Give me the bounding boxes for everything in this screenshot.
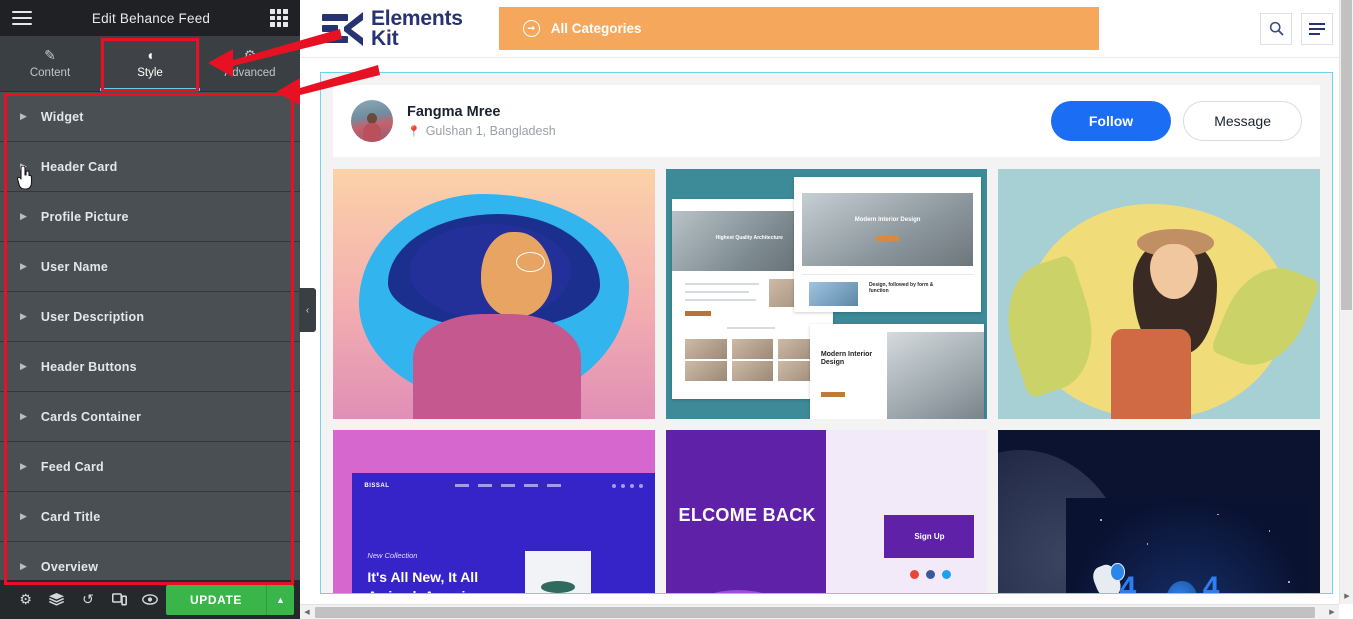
sidebar-item-header-card[interactable]: ▶ Header Card <box>0 142 300 192</box>
tab-advanced-label: Advanced <box>224 67 276 79</box>
section-label: User Name <box>40 259 109 274</box>
section-label: Overview <box>40 559 99 574</box>
panel-collapse-handle[interactable]: ‹ <box>299 288 316 332</box>
section-label: User Description <box>40 309 145 324</box>
scroll-left-arrow-icon[interactable]: ◀ <box>300 608 314 616</box>
contrast-circle-icon: ◖ <box>145 47 155 63</box>
elementor-editor-screen: Edit Behance Feed ✎ Content ◖ Style ⚙ Ad… <box>0 0 1353 619</box>
chevron-right-icon: ▶ <box>20 261 27 271</box>
tab-advanced[interactable]: ⚙ Advanced <box>200 36 300 91</box>
chevron-right-icon: ▶ <box>20 511 27 521</box>
tab-style-label: Style <box>137 67 163 79</box>
section-label: Card Title <box>40 509 101 524</box>
follow-button[interactable]: Follow <box>1050 101 1172 141</box>
preview-canvas: Elements Kit ➞ All Categories Fangma Mre… <box>300 0 1353 619</box>
editor-panel: Edit Behance Feed ✎ Content ◖ Style ⚙ Ad… <box>0 0 316 619</box>
sidebar-item-widget[interactable]: ▶ Widget <box>0 92 300 142</box>
chevron-right-icon: ▶ <box>20 561 27 571</box>
feed-card-bissal-ecommerce[interactable]: BISSAL New Collection It's All New, It A… <box>333 430 655 593</box>
user-name: Fangma Mree <box>407 104 501 120</box>
tab-content-label: Content <box>29 67 71 79</box>
chevron-right-icon: ▶ <box>20 111 27 121</box>
message-button[interactable]: Message <box>1183 101 1302 141</box>
profile-header-card: Fangma Mree 📍 Gulshan 1, Bangladesh Foll… <box>333 85 1320 157</box>
chevron-right-icon: ▶ <box>20 361 27 371</box>
editor-tabs: ✎ Content ◖ Style ⚙ Advanced <box>0 36 300 92</box>
grid-apps-icon[interactable] <box>270 9 288 27</box>
search-icon[interactable] <box>1260 12 1292 45</box>
section-label: Widget <box>40 109 84 124</box>
logo-line-2: Kit <box>371 26 399 50</box>
all-categories-bar[interactable]: ➞ All Categories <box>498 7 1099 50</box>
logo-mark-icon <box>322 11 363 47</box>
hamburger-icon[interactable] <box>12 11 32 25</box>
feed-card-interior-design-mockup[interactable]: Highest Quality Architecture Modern Inte… <box>665 169 988 419</box>
update-button[interactable]: UPDATE <box>165 584 266 615</box>
avatar <box>351 100 393 142</box>
settings-gear-icon[interactable]: ⚙ <box>10 580 41 619</box>
sidebar-item-user-description[interactable]: ▶ User Description <box>0 292 300 342</box>
feed-card-404-space[interactable]: 4 4 OOPOS <box>998 430 1320 593</box>
scroll-down-arrow-icon[interactable]: ▶ <box>1340 590 1353 604</box>
user-description: 📍 Gulshan 1, Bangladesh <box>407 124 556 138</box>
pencil-icon: ✎ <box>44 47 56 63</box>
chevron-right-icon: ▶ <box>20 411 27 421</box>
chevron-right-icon: ▶ <box>20 461 27 471</box>
feed-card-welcome-back-signup[interactable]: ELCOME BACK Sign Up Full Name User Name … <box>665 430 988 593</box>
style-sections-list: ▶ Widget ▶ Header Card ▶ Profile Picture… <box>0 92 300 580</box>
menu-lines-icon[interactable] <box>1301 12 1333 45</box>
horizontal-scrollbar[interactable]: ◀ ▶ <box>300 604 1339 619</box>
sidebar-item-user-name[interactable]: ▶ User Name <box>0 242 300 292</box>
update-button-group: UPDATE ▲ <box>165 584 294 615</box>
logo-line-1: Elements <box>371 6 463 30</box>
sidebar-item-cards-container[interactable]: ▶ Cards Container <box>0 392 300 442</box>
navigator-layers-icon[interactable] <box>41 580 72 619</box>
header-buttons: Follow Message <box>1050 101 1302 141</box>
panel-header: Edit Behance Feed <box>0 0 300 36</box>
gear-icon: ⚙ <box>243 47 257 63</box>
user-location-text: Gulshan 1, Bangladesh <box>425 124 556 138</box>
section-label: Profile Picture <box>40 209 129 224</box>
section-label: Header Card <box>40 159 118 174</box>
section-label: Header Buttons <box>40 359 137 374</box>
sidebar-item-profile-picture[interactable]: ▶ Profile Picture <box>0 192 300 242</box>
page-title: Edit Behance Feed <box>91 10 211 26</box>
history-clock-icon[interactable]: ↺ <box>72 580 103 619</box>
chevron-right-icon: ▶ <box>20 311 27 321</box>
profile-info: Fangma Mree 📍 Gulshan 1, Bangladesh <box>407 104 556 138</box>
site-header: Elements Kit ➞ All Categories <box>300 0 1353 58</box>
arrow-circle-right-icon: ➞ <box>522 20 540 37</box>
sidebar-item-header-buttons[interactable]: ▶ Header Buttons <box>0 342 300 392</box>
scroll-right-arrow-icon[interactable]: ▶ <box>1325 608 1339 616</box>
panel-footer: ⚙ ↺ UPDATE ▲ <box>0 580 300 619</box>
tab-style[interactable]: ◖ Style <box>100 36 200 91</box>
header-actions <box>1260 12 1339 45</box>
preview-eye-icon[interactable] <box>135 580 166 619</box>
behance-feed-widget[interactable]: Fangma Mree 📍 Gulshan 1, Bangladesh Foll… <box>320 72 1333 594</box>
cards-container: Highest Quality Architecture Modern Inte… <box>333 169 1320 593</box>
tab-content[interactable]: ✎ Content <box>0 36 100 91</box>
chevron-right-icon: ▶ <box>20 211 27 221</box>
sidebar-item-feed-card[interactable]: ▶ Feed Card <box>0 442 300 492</box>
sidebar-item-overview[interactable]: ▶ Overview <box>0 542 300 580</box>
vertical-scrollbar[interactable]: ▶ <box>1339 0 1353 604</box>
update-options-caret-icon[interactable]: ▲ <box>266 584 294 615</box>
section-label: Feed Card <box>40 459 104 474</box>
map-pin-icon: 📍 <box>407 125 421 138</box>
chevron-right-icon: ▶ <box>20 161 27 171</box>
section-label: Cards Container <box>40 409 142 424</box>
logo-text: Elements Kit <box>371 6 463 50</box>
feed-card-illustration-hat-girl[interactable] <box>998 169 1320 419</box>
vertical-scrollbar-thumb[interactable] <box>1341 0 1352 310</box>
responsive-mode-icon[interactable] <box>104 580 135 619</box>
horizontal-scrollbar-thumb[interactable] <box>315 606 1315 618</box>
feed-card-illustration-blue-hair[interactable] <box>333 169 655 419</box>
sidebar-item-card-title[interactable]: ▶ Card Title <box>0 492 300 542</box>
all-categories-label: All Categories <box>550 21 642 36</box>
elements-kit-logo: Elements Kit <box>314 6 463 50</box>
